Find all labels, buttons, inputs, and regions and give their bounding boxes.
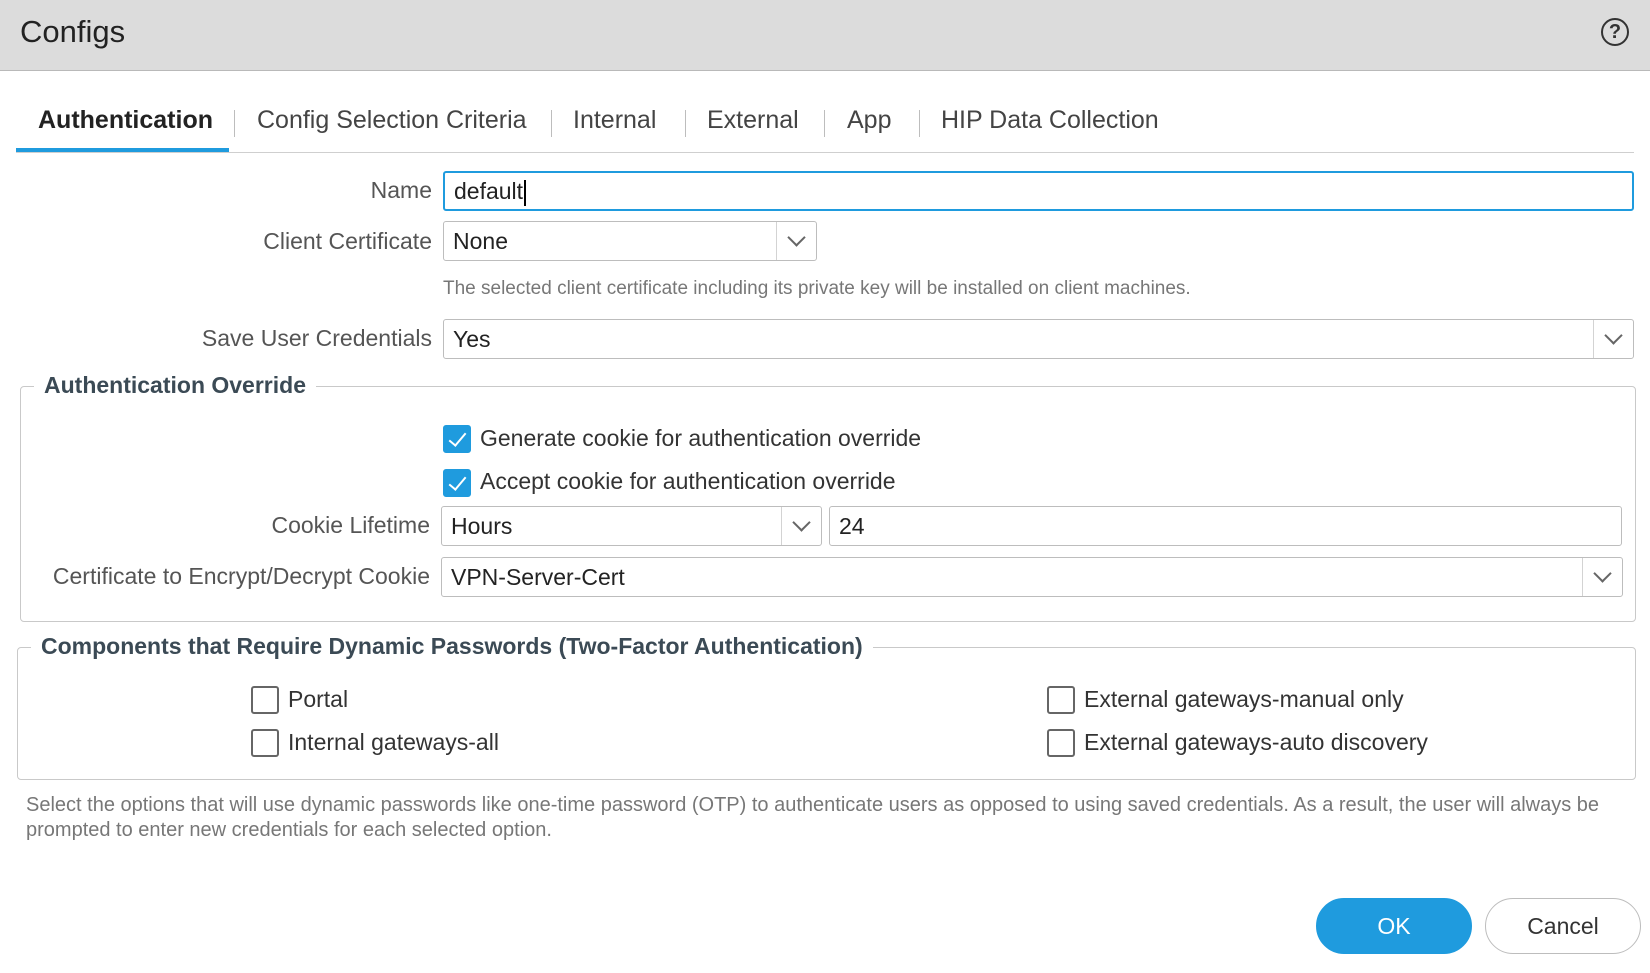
text-cursor <box>524 179 527 206</box>
generate-cookie-label: Generate cookie for authentication overr… <box>480 425 922 451</box>
chevron-down-icon[interactable] <box>776 222 816 260</box>
tab-authentication[interactable]: Authentication <box>38 106 213 146</box>
portal-label: Portal <box>288 686 349 712</box>
internal-gateways-all-checkbox[interactable] <box>251 729 279 757</box>
tab-separator <box>234 110 235 137</box>
client-certificate-select[interactable]: None <box>443 221 817 261</box>
cookie-lifetime-unit-value: Hours <box>451 513 513 539</box>
external-gateways-manual-label: External gateways-manual only <box>1084 686 1404 712</box>
save-user-credentials-value: Yes <box>453 326 491 352</box>
internal-gateways-all-label: Internal gateways-all <box>288 729 499 755</box>
save-user-credentials-select[interactable]: Yes <box>443 319 1634 359</box>
tab-config-selection-criteria[interactable]: Config Selection Criteria <box>257 106 527 146</box>
client-certificate-value: None <box>453 228 508 254</box>
tab-external[interactable]: External <box>707 106 799 146</box>
name-input[interactable]: default <box>443 171 1634 211</box>
external-gateways-auto-label: External gateways-auto discovery <box>1084 729 1428 755</box>
external-gateways-manual-checkbox[interactable] <box>1047 686 1075 714</box>
generate-cookie-checkbox[interactable] <box>443 425 471 453</box>
dynamic-passwords-footnote: Select the options that will use dynamic… <box>26 794 1600 841</box>
tab-internal[interactable]: Internal <box>573 106 656 146</box>
chevron-down-icon[interactable] <box>1582 558 1622 596</box>
external-gateways-auto-checkbox[interactable] <box>1047 729 1075 757</box>
cookie-lifetime-input[interactable]: 24 <box>829 506 1622 546</box>
tab-separator <box>685 110 686 137</box>
accept-cookie-checkbox[interactable] <box>443 469 471 497</box>
tab-hip-data-collection[interactable]: HIP Data Collection <box>941 106 1159 146</box>
cookie-lifetime-value: 24 <box>839 513 865 539</box>
active-tab-indicator <box>16 148 229 152</box>
cookie-lifetime-label: Cookie Lifetime <box>271 512 430 538</box>
authentication-override-legend: Authentication Override <box>34 372 316 399</box>
tab-separator <box>551 110 552 137</box>
cookie-certificate-label: Certificate to Encrypt/Decrypt Cookie <box>52 563 430 589</box>
tab-separator <box>824 110 825 137</box>
dialog-header: Configs ? <box>0 0 1650 71</box>
help-icon[interactable]: ? <box>1601 18 1629 46</box>
cookie-certificate-value: VPN-Server-Cert <box>451 564 625 590</box>
chevron-down-icon[interactable] <box>1593 320 1633 358</box>
chevron-down-icon[interactable] <box>781 507 821 545</box>
client-certificate-hint: The selected client certificate includin… <box>443 278 1191 299</box>
cancel-button[interactable]: Cancel <box>1485 898 1641 954</box>
dialog-title: Configs <box>20 14 126 49</box>
save-user-credentials-label: Save User Credentials <box>201 325 432 351</box>
tab-app[interactable]: App <box>847 106 891 146</box>
cookie-lifetime-unit-select[interactable]: Hours <box>441 506 822 546</box>
tabs-divider <box>16 152 1634 153</box>
client-certificate-label: Client Certificate <box>263 228 432 254</box>
name-label: Name <box>370 177 432 203</box>
cookie-certificate-select[interactable]: VPN-Server-Cert <box>441 557 1623 597</box>
tab-separator <box>919 110 920 137</box>
ok-button[interactable]: OK <box>1316 898 1472 954</box>
portal-checkbox[interactable] <box>251 686 279 714</box>
name-value: default <box>454 178 524 204</box>
dynamic-passwords-legend: Components that Require Dynamic Password… <box>31 633 873 660</box>
accept-cookie-label: Accept cookie for authentication overrid… <box>480 468 896 494</box>
